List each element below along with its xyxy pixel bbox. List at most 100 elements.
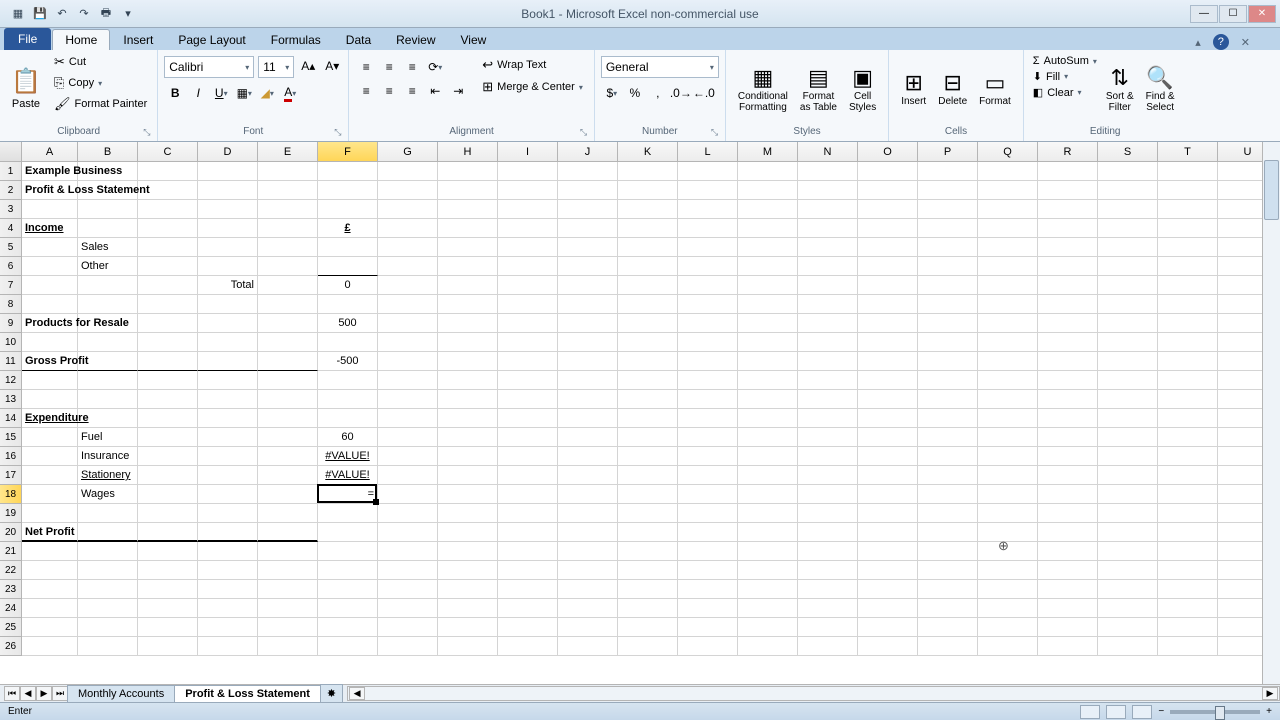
- cell[interactable]: [138, 219, 198, 238]
- column-header[interactable]: G: [378, 142, 438, 161]
- cell[interactable]: [258, 314, 318, 333]
- align-right-button[interactable]: ≡: [401, 80, 423, 102]
- cell[interactable]: [498, 371, 558, 390]
- cell[interactable]: [798, 447, 858, 466]
- cell[interactable]: [978, 447, 1038, 466]
- cell[interactable]: [1038, 219, 1098, 238]
- row-header[interactable]: 18: [0, 485, 22, 504]
- cell[interactable]: [198, 618, 258, 637]
- cell[interactable]: [138, 333, 198, 352]
- cell[interactable]: [438, 409, 498, 428]
- cell[interactable]: [1158, 618, 1218, 637]
- cell[interactable]: [618, 162, 678, 181]
- cell[interactable]: [918, 447, 978, 466]
- cell[interactable]: [558, 618, 618, 637]
- cell[interactable]: [618, 428, 678, 447]
- sheet-tab-profit-loss[interactable]: Profit & Loss Statement: [174, 685, 321, 703]
- cell[interactable]: [798, 238, 858, 257]
- cell[interactable]: [318, 333, 378, 352]
- orientation-button[interactable]: ⟳▾: [424, 56, 446, 78]
- cell[interactable]: [978, 162, 1038, 181]
- format-painter-button[interactable]: 🖌Format Painter: [50, 94, 151, 114]
- cell[interactable]: [918, 371, 978, 390]
- cell[interactable]: [918, 314, 978, 333]
- cell[interactable]: [198, 371, 258, 390]
- cell[interactable]: #VALUE!: [318, 466, 378, 485]
- cell[interactable]: [498, 485, 558, 504]
- cell[interactable]: [798, 580, 858, 599]
- cell[interactable]: [558, 200, 618, 219]
- alignment-launcher-icon[interactable]: ⤡: [580, 127, 592, 139]
- cell[interactable]: [22, 599, 78, 618]
- cell[interactable]: [378, 371, 438, 390]
- cell[interactable]: [1038, 618, 1098, 637]
- cell[interactable]: [798, 314, 858, 333]
- horizontal-scrollbar[interactable]: ◀ ▶: [347, 686, 1280, 701]
- cell[interactable]: [258, 561, 318, 580]
- cell[interactable]: [438, 428, 498, 447]
- cell[interactable]: [258, 409, 318, 428]
- row-header[interactable]: 16: [0, 447, 22, 466]
- tab-formulas[interactable]: Formulas: [259, 30, 333, 50]
- row-header[interactable]: 19: [0, 504, 22, 523]
- align-center-button[interactable]: ≡: [378, 80, 400, 102]
- cell[interactable]: [22, 200, 78, 219]
- cell[interactable]: [858, 447, 918, 466]
- cell[interactable]: [798, 618, 858, 637]
- font-name-select[interactable]: Calibri▾: [164, 56, 254, 78]
- cell[interactable]: [798, 219, 858, 238]
- cell[interactable]: [78, 200, 138, 219]
- cell[interactable]: [558, 504, 618, 523]
- cell[interactable]: [918, 580, 978, 599]
- cell[interactable]: [198, 162, 258, 181]
- cell[interactable]: [78, 295, 138, 314]
- cell[interactable]: [378, 219, 438, 238]
- delete-cells-button[interactable]: ⊟Delete: [932, 52, 973, 125]
- cell[interactable]: [798, 466, 858, 485]
- cell[interactable]: [618, 618, 678, 637]
- cell[interactable]: [198, 485, 258, 504]
- cell[interactable]: [978, 466, 1038, 485]
- cell[interactable]: [378, 295, 438, 314]
- cell[interactable]: [498, 447, 558, 466]
- cell[interactable]: [738, 504, 798, 523]
- cell[interactable]: [1038, 523, 1098, 542]
- column-header[interactable]: D: [198, 142, 258, 161]
- cell[interactable]: [1038, 238, 1098, 257]
- cell[interactable]: [198, 523, 258, 542]
- format-as-table-button[interactable]: ▤Format as Table: [794, 52, 843, 125]
- cell[interactable]: [498, 276, 558, 295]
- cell[interactable]: [198, 428, 258, 447]
- cell[interactable]: [498, 257, 558, 276]
- minimize-button[interactable]: —: [1190, 5, 1218, 23]
- cell[interactable]: [438, 390, 498, 409]
- cell[interactable]: [318, 542, 378, 561]
- cell[interactable]: [618, 504, 678, 523]
- cell[interactable]: [858, 428, 918, 447]
- cell[interactable]: [258, 295, 318, 314]
- cell[interactable]: [1158, 485, 1218, 504]
- copy-button[interactable]: ⎘Copy▾: [50, 73, 151, 93]
- cell[interactable]: [258, 637, 318, 656]
- cell[interactable]: [978, 314, 1038, 333]
- print-icon[interactable]: 🖶: [96, 4, 116, 24]
- cell[interactable]: [138, 200, 198, 219]
- row-header[interactable]: 17: [0, 466, 22, 485]
- cell[interactable]: [378, 276, 438, 295]
- cell[interactable]: [258, 599, 318, 618]
- cell[interactable]: [918, 504, 978, 523]
- cell[interactable]: [378, 314, 438, 333]
- cell[interactable]: [22, 295, 78, 314]
- cell[interactable]: Total: [198, 276, 258, 295]
- cell[interactable]: [258, 257, 318, 276]
- cell[interactable]: [558, 542, 618, 561]
- cell[interactable]: [1038, 485, 1098, 504]
- cell[interactable]: [918, 352, 978, 371]
- cell[interactable]: [858, 466, 918, 485]
- cell[interactable]: [678, 561, 738, 580]
- cell[interactable]: [858, 390, 918, 409]
- cell[interactable]: [198, 219, 258, 238]
- cell[interactable]: [438, 618, 498, 637]
- cell[interactable]: [558, 181, 618, 200]
- cell[interactable]: [678, 637, 738, 656]
